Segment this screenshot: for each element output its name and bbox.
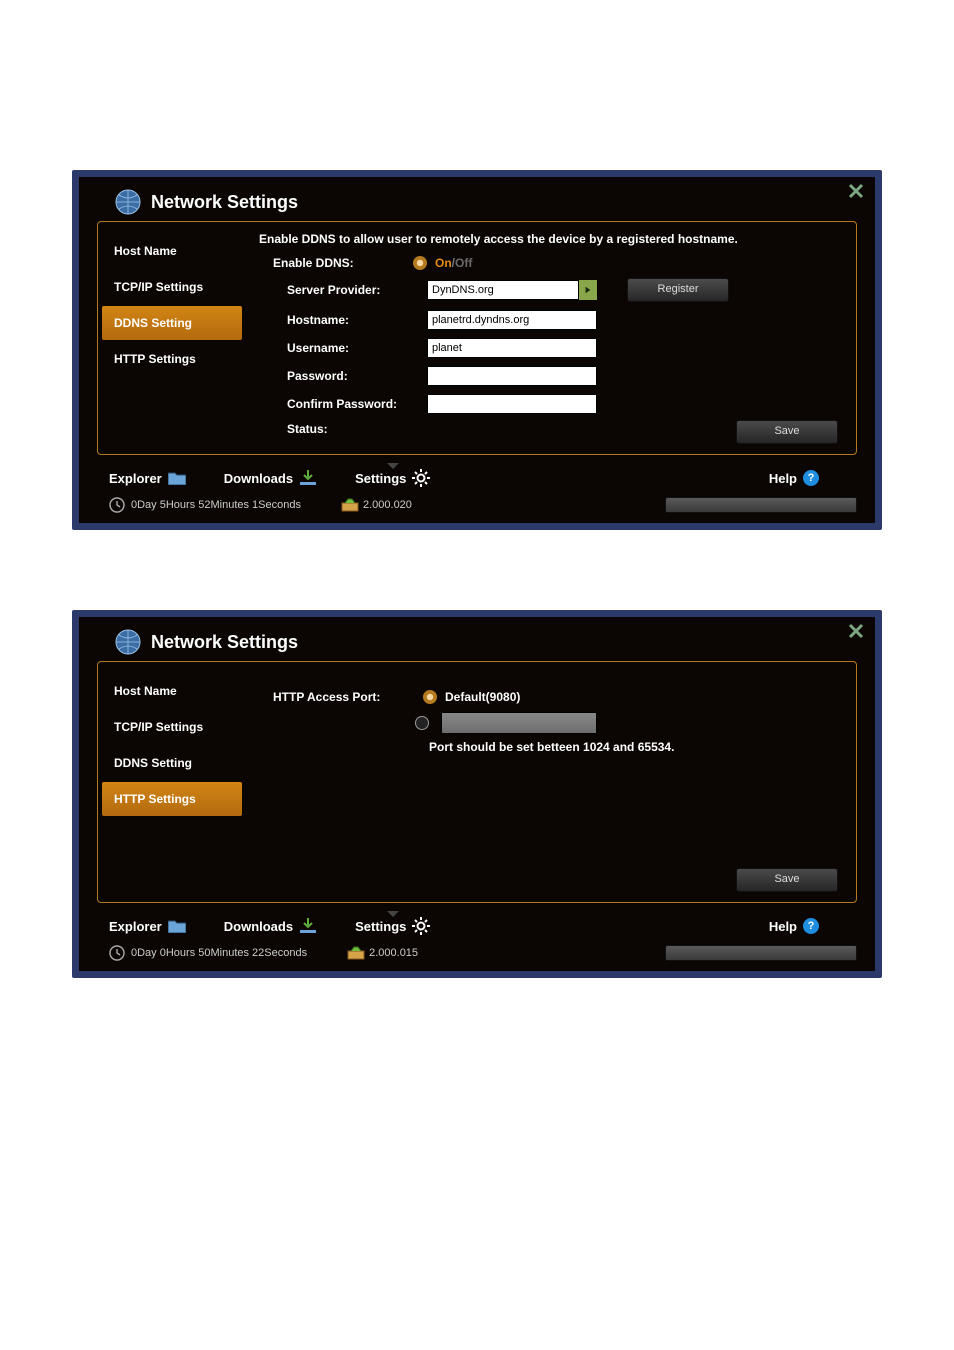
enable-ddns-onoff[interactable]: On/Off [435,256,472,270]
sidebar-nav: Host Name TCP/IP Settings DDNS Setting H… [98,662,247,902]
tab-downloads[interactable]: Downloads [224,470,317,486]
help-icon: ? [803,470,819,486]
off-label: Off [455,256,472,270]
tab-help[interactable]: Help ? [769,918,819,934]
version-text: 2.000.015 [369,947,418,959]
tab-downloads[interactable]: Downloads [224,918,317,934]
server-provider-select[interactable]: DynDNS.org [427,280,597,300]
dropdown-arrow-icon[interactable] [579,280,597,300]
panel-title: Network Settings [151,192,298,213]
firmware-icon [341,498,359,512]
save-button[interactable]: Save [736,420,838,444]
sidebar-item-tcpip[interactable]: TCP/IP Settings [102,710,242,744]
explorer-label: Explorer [109,471,162,486]
confirm-password-input[interactable] [427,394,597,414]
uptime-text: 0Day 0Hours 50Minutes 22Seconds [131,947,307,959]
save-button[interactable]: Save [736,868,838,892]
port-default-radio[interactable] [423,690,437,704]
active-tab-indicator-icon [387,463,399,469]
tab-explorer[interactable]: Explorer [109,919,186,934]
ddns-content-pane: Enable DDNS to allow user to remotely ac… [247,222,856,454]
network-settings-panel-ddns: Network Settings Host Name TCP/IP Settin… [72,170,882,530]
hostname-input[interactable] [427,310,597,330]
active-tab-indicator-icon [387,911,399,917]
username-label: Username: [259,341,427,355]
port-default-label: Default(9080) [445,690,520,704]
panel-header: Network Settings [79,177,875,221]
sidebar-item-http[interactable]: HTTP Settings [102,342,242,376]
hostname-label: Hostname: [259,313,427,327]
password-label: Password: [259,369,427,383]
downloads-label: Downloads [224,919,293,934]
globe-icon [115,189,141,215]
tab-explorer[interactable]: Explorer [109,471,186,486]
folder-icon [168,471,186,485]
server-provider-value: DynDNS.org [427,280,579,300]
on-label: On [435,256,452,270]
download-icon [299,470,317,486]
close-icon[interactable] [847,183,865,201]
gear-icon [412,917,430,935]
server-provider-label: Server Provider: [259,283,427,297]
clock-icon [109,945,125,961]
version-text: 2.000.020 [363,499,412,511]
settings-label: Settings [355,471,406,486]
password-input[interactable] [427,366,597,386]
panel-header: Network Settings [79,617,875,661]
port-hint-text: Port should be set betteen 1024 and 6553… [259,740,838,754]
tab-settings[interactable]: Settings [355,917,430,935]
clock-icon [109,497,125,513]
settings-label: Settings [355,919,406,934]
status-label: Status: [259,422,427,436]
status-strip: 0Day 5Hours 52Minutes 1Seconds 2.000.020 [79,491,875,523]
sidebar-item-http[interactable]: HTTP Settings [102,782,242,816]
sidebar-item-ddns[interactable]: DDNS Setting [102,746,242,780]
ddns-description: Enable DDNS to allow user to remotely ac… [259,232,838,246]
http-content-pane: HTTP Access Port: Default(9080) Port sho… [247,662,856,902]
tab-help[interactable]: Help ? [769,470,819,486]
panel-title: Network Settings [151,632,298,653]
status-strip: 0Day 0Hours 50Minutes 22Seconds 2.000.01… [79,939,875,971]
tab-settings[interactable]: Settings [355,469,430,487]
sidebar-item-host-name[interactable]: Host Name [102,234,242,268]
download-icon [299,918,317,934]
progress-bar [665,497,857,513]
uptime-text: 0Day 5Hours 52Minutes 1Seconds [131,499,301,511]
username-input[interactable] [427,338,597,358]
close-icon[interactable] [847,623,865,641]
sidebar-item-ddns[interactable]: DDNS Setting [102,306,242,340]
confirm-password-label: Confirm Password: [259,397,427,411]
sidebar-item-tcpip[interactable]: TCP/IP Settings [102,270,242,304]
help-label: Help [769,471,797,486]
register-button[interactable]: Register [627,278,729,302]
port-custom-input[interactable] [441,712,597,734]
sidebar-item-host-name[interactable]: Host Name [102,674,242,708]
enable-ddns-label: Enable DDNS: [259,256,413,270]
firmware-icon [347,946,365,960]
sidebar-nav: Host Name TCP/IP Settings DDNS Setting H… [98,222,247,454]
gear-icon [412,469,430,487]
http-port-label: HTTP Access Port: [259,690,423,704]
explorer-label: Explorer [109,919,162,934]
network-settings-panel-http: Network Settings Host Name TCP/IP Settin… [72,610,882,978]
help-label: Help [769,919,797,934]
bottom-tab-bar: Explorer Downloads Settings Help ? [79,461,875,491]
port-custom-radio[interactable] [415,716,429,730]
enable-ddns-radio[interactable] [413,256,427,270]
help-icon: ? [803,918,819,934]
bottom-tab-bar: Explorer Downloads Settings Help ? [79,909,875,939]
downloads-label: Downloads [224,471,293,486]
globe-icon [115,629,141,655]
folder-icon [168,919,186,933]
progress-bar [665,945,857,961]
